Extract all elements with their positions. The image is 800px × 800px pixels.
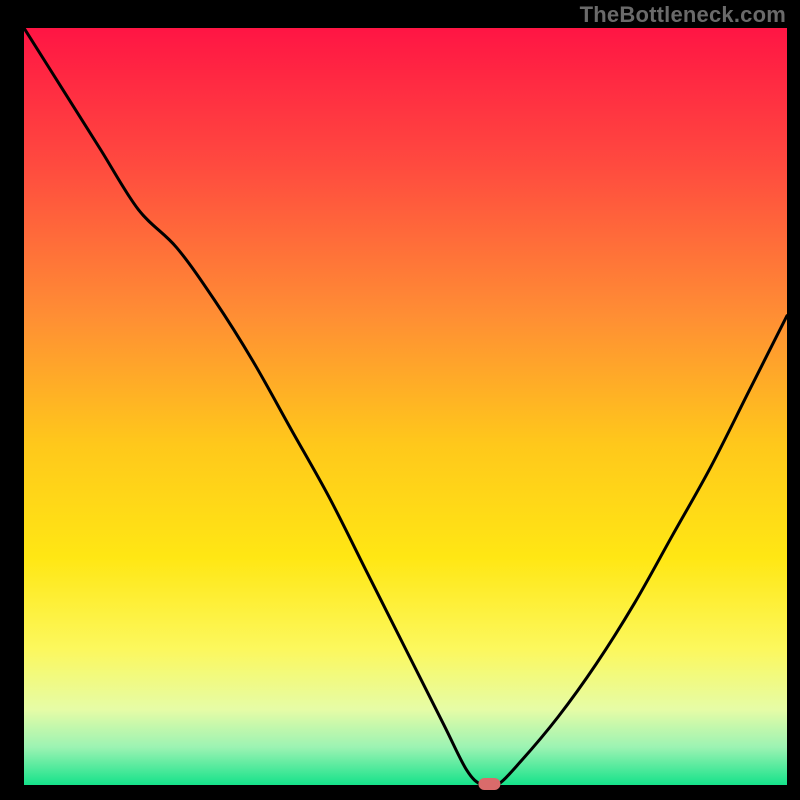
- optimal-point-marker: [478, 778, 500, 790]
- plot-background: [24, 28, 787, 785]
- watermark-text: TheBottleneck.com: [580, 2, 786, 28]
- chart-frame: TheBottleneck.com: [0, 0, 800, 800]
- bottleneck-chart: [0, 0, 800, 800]
